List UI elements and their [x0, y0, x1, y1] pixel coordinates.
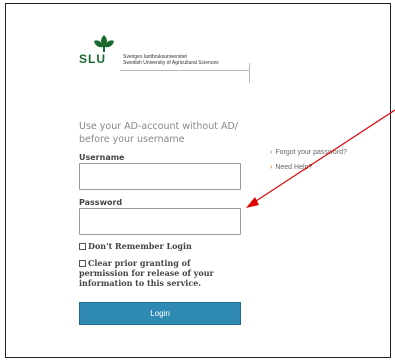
dont-remember-option[interactable]: Don't Remember Login [79, 241, 192, 251]
chevron-right-icon: › [270, 149, 273, 156]
dont-remember-label: Don't Remember Login [88, 241, 192, 251]
clear-consent-checkbox[interactable] [79, 260, 86, 267]
password-input[interactable] [79, 208, 241, 235]
logo-wordmark: SLU [79, 52, 106, 66]
username-label: Username [79, 153, 125, 162]
login-hint: Use your AD-account without AD/ before y… [79, 121, 239, 145]
dont-remember-checkbox[interactable] [79, 243, 86, 250]
slu-leaf-icon [94, 35, 114, 52]
clear-consent-label: Clear prior granting of permission for r… [79, 258, 214, 288]
login-button[interactable]: Login [79, 302, 241, 325]
logo-divider [120, 70, 250, 71]
need-help-text[interactable]: Need Help? [275, 164, 312, 171]
institution-name-english: Swedish University of Agricultural Scien… [123, 60, 219, 66]
forgot-password-text[interactable]: Forgot your password? [275, 149, 347, 156]
help-links: › Forgot your password? › Need Help? [270, 149, 347, 179]
password-label: Password [79, 198, 123, 207]
clear-consent-option[interactable]: Clear prior granting of permission for r… [79, 258, 239, 288]
username-input[interactable] [79, 163, 241, 190]
forgot-password-link[interactable]: › Forgot your password? [270, 149, 347, 164]
logo-divider-vertical [249, 63, 250, 83]
chevron-right-icon: › [270, 164, 273, 171]
institution-name: Sveriges lantbruksuniversitet Swedish Un… [123, 54, 219, 66]
need-help-link[interactable]: › Need Help? [270, 164, 347, 179]
